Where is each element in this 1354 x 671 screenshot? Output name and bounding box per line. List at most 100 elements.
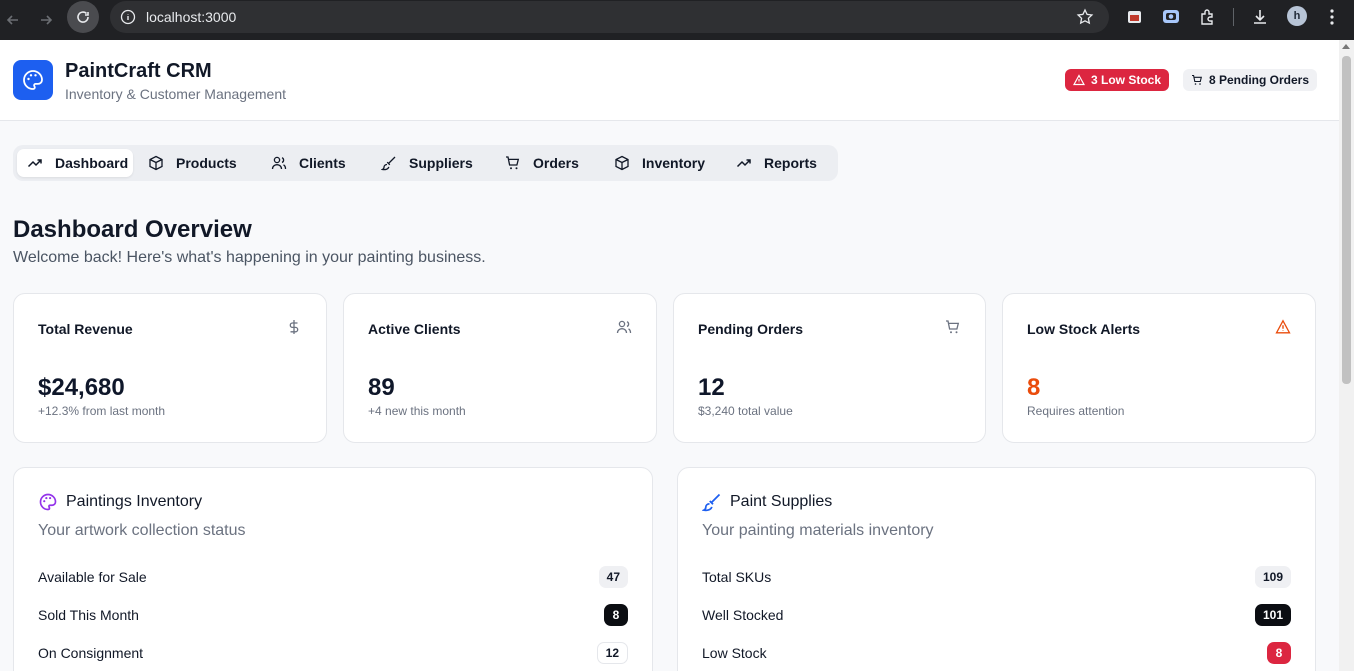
tab-search-icon[interactable]	[1126, 8, 1144, 26]
tab-label: Reports	[764, 155, 817, 171]
panel-subtitle: Your artwork collection status	[38, 522, 246, 539]
stat-caption: $3,240 total value	[698, 404, 793, 418]
list-item: Total SKUs 109	[702, 566, 1291, 588]
count-badge: 109	[1254, 566, 1291, 588]
list-item: Available for Sale 47	[38, 566, 628, 588]
page-title: Dashboard Overview	[13, 216, 252, 243]
list-item: Well Stocked 101	[702, 604, 1291, 626]
reload-icon	[77, 11, 89, 23]
panel-header: Paintings Inventory	[38, 492, 202, 512]
count-badge: 8	[1267, 642, 1291, 664]
stat-caption: +12.3% from last month	[38, 404, 166, 418]
users-icon	[271, 156, 287, 170]
stat-title: Low Stock Alerts	[1027, 321, 1141, 337]
page-subtitle: Welcome back! Here's what's happening in…	[13, 249, 486, 266]
cart-icon	[945, 319, 961, 340]
panel-title: Paintings Inventory	[66, 493, 203, 510]
stat-card-active-clients: Active Clients 89 +4 new this month	[343, 293, 657, 443]
paint-supplies-panel: Paint Supplies Your painting materials i…	[677, 467, 1316, 671]
count-badge: 8	[604, 604, 628, 626]
main-tab-bar: Dashboard Products Clients Suppliers Ord…	[13, 145, 838, 181]
trending-up-icon	[27, 159, 42, 168]
forward-icon[interactable]	[34, 8, 58, 32]
pending-orders-badge-label: 8 Pending Orders	[1209, 73, 1310, 87]
site-info-icon[interactable]	[120, 9, 136, 30]
list-item: Low Stock 8	[702, 642, 1291, 664]
alert-triangle-icon	[1275, 319, 1291, 340]
stat-card-pending-orders: Pending Orders 12 $3,240 total value	[673, 293, 986, 443]
stat-value: $24,680	[38, 374, 125, 401]
users-icon	[616, 319, 632, 340]
pending-orders-badge[interactable]: 8 Pending Orders	[1183, 69, 1318, 91]
scrollbar-thumb[interactable]	[1342, 56, 1351, 384]
tab-label: Dashboard	[55, 155, 129, 171]
stat-card-low-stock-alerts: Low Stock Alerts 8 Requires attention	[1002, 293, 1316, 443]
tab-reports[interactable]: Reports	[726, 149, 826, 177]
app-header: PaintCraft CRM Inventory & Customer Mana…	[0, 40, 1339, 121]
count-badge: 47	[598, 566, 628, 588]
cart-icon	[506, 156, 520, 170]
alert-triangle-icon	[1073, 74, 1085, 86]
dollar-icon	[286, 319, 302, 340]
low-stock-badge-label: 3 Low Stock	[1091, 73, 1162, 87]
tab-orders[interactable]: Orders	[495, 149, 589, 177]
low-stock-badge[interactable]: 3 Low Stock	[1065, 69, 1170, 91]
stat-title: Total Revenue	[38, 321, 133, 337]
scroll-up-arrow[interactable]	[1342, 44, 1350, 49]
panel-header: Paint Supplies	[702, 492, 832, 512]
app-title: PaintCraft CRM	[65, 60, 212, 82]
extensions-icon[interactable]	[1199, 8, 1217, 26]
screen-cast-icon[interactable]	[1161, 8, 1181, 26]
row-label: Sold This Month	[38, 607, 139, 623]
box-icon	[615, 155, 629, 171]
stat-caption: Requires attention	[1027, 404, 1125, 418]
back-icon[interactable]	[1, 8, 25, 32]
cart-icon	[1192, 74, 1202, 85]
tab-dashboard[interactable]: Dashboard	[17, 149, 133, 177]
tab-suppliers[interactable]: Suppliers	[371, 149, 483, 177]
tab-inventory[interactable]: Inventory	[604, 149, 714, 177]
count-badge: 12	[596, 642, 628, 664]
tab-label: Products	[176, 155, 237, 171]
address-bar[interactable]: localhost:3000	[110, 1, 1109, 33]
count-badge: 101	[1254, 604, 1291, 626]
browser-toolbar: localhost:3000 h	[0, 0, 1354, 40]
trending-up-icon	[736, 159, 751, 168]
download-icon[interactable]	[1251, 8, 1269, 26]
stat-value: 8	[1027, 374, 1041, 401]
brush-icon	[381, 156, 396, 171]
tab-clients[interactable]: Clients	[261, 149, 361, 177]
paintings-inventory-panel: Paintings Inventory Your artwork collect…	[13, 467, 653, 671]
tab-label: Suppliers	[409, 155, 473, 171]
stat-value: 12	[698, 374, 725, 401]
tab-label: Clients	[299, 155, 346, 171]
tab-label: Inventory	[642, 155, 706, 171]
panel-subtitle: Your painting materials inventory	[702, 522, 934, 539]
list-item: Sold This Month 8	[38, 604, 628, 626]
row-label: Total SKUs	[702, 569, 772, 585]
bookmark-star-icon[interactable]	[1076, 8, 1094, 31]
row-label: Available for Sale	[38, 569, 147, 585]
page-scrollbar[interactable]	[1339, 40, 1354, 671]
list-item: On Consignment 12	[38, 642, 628, 664]
stat-card-total-revenue: Total Revenue $24,680 +12.3% from last m…	[13, 293, 327, 443]
stat-title: Active Clients	[368, 321, 461, 337]
url-text: localhost:3000	[146, 9, 237, 25]
row-label: Low Stock	[702, 645, 767, 661]
app-subtitle: Inventory & Customer Management	[65, 86, 286, 102]
row-label: On Consignment	[38, 645, 144, 661]
stat-caption: +4 new this month	[368, 404, 466, 418]
stat-title: Pending Orders	[698, 321, 804, 337]
tab-products[interactable]: Products	[138, 149, 250, 177]
toolbar-divider	[1233, 8, 1234, 26]
more-menu-icon[interactable]	[1324, 8, 1340, 26]
panel-title: Paint Supplies	[730, 493, 833, 510]
tab-label: Orders	[533, 155, 579, 171]
profile-avatar[interactable]: h	[1287, 6, 1307, 26]
palette-logo-icon	[13, 60, 53, 100]
box-icon	[149, 155, 163, 171]
reload-button[interactable]	[67, 1, 99, 33]
brush-icon	[702, 493, 721, 512]
row-label: Well Stocked	[702, 607, 784, 623]
palette-icon	[39, 493, 57, 511]
